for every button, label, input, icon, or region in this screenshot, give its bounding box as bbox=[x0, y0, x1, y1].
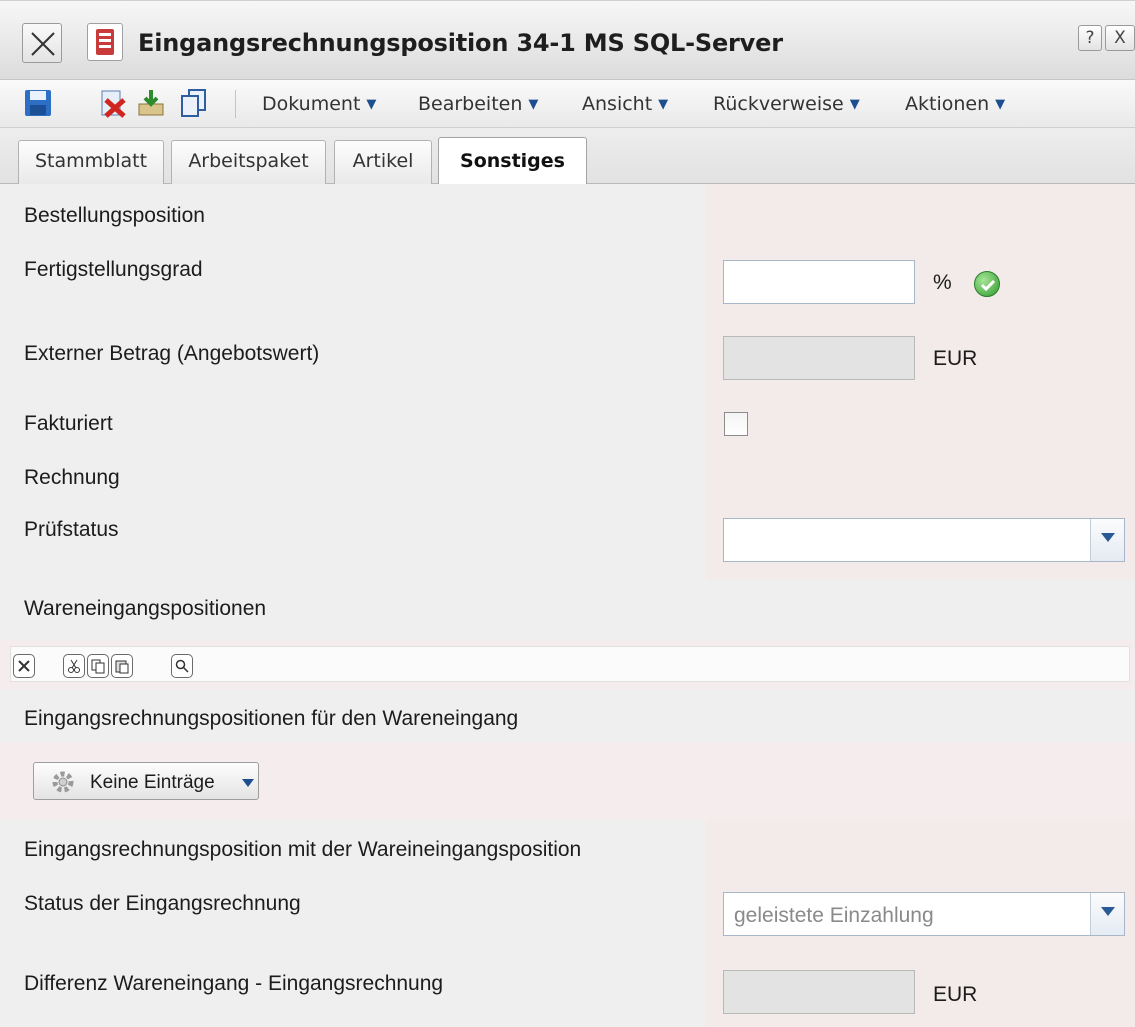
chevron-down-icon: ▼ bbox=[849, 97, 860, 112]
eur-unit: EUR bbox=[933, 347, 978, 370]
tab-artikel[interactable]: Artikel bbox=[334, 140, 432, 184]
tab-arbeitspaket[interactable]: Arbeitspaket bbox=[171, 140, 326, 184]
externer-betrag-input bbox=[723, 336, 915, 380]
eur-unit: EUR bbox=[933, 983, 978, 1006]
value-area bbox=[706, 396, 1135, 452]
menu-label: Aktionen bbox=[905, 93, 990, 115]
keine-eintraege-label: Keine Einträge bbox=[90, 772, 215, 793]
row-rechnung: Rechnung bbox=[0, 452, 1135, 504]
tab-sonstiges[interactable]: Sonstiges bbox=[438, 137, 587, 185]
label-status-eingangsrechnung: Status der Eingangsrechnung bbox=[24, 892, 301, 915]
label-bestellungsposition: Bestellungsposition bbox=[24, 204, 205, 227]
value-area bbox=[706, 820, 1135, 878]
help-button[interactable]: ? bbox=[1078, 25, 1102, 51]
chevron-down-icon bbox=[242, 779, 254, 787]
chevron-down-icon bbox=[1101, 907, 1115, 916]
copy-button[interactable] bbox=[87, 654, 109, 678]
delete-icon[interactable] bbox=[97, 88, 127, 118]
search-icon bbox=[175, 659, 189, 673]
menu-aktionen[interactable]: Aktionen ▼ bbox=[905, 93, 1005, 115]
label-rechnung: Rechnung bbox=[24, 466, 120, 489]
valid-check-icon bbox=[974, 271, 1000, 297]
value-area bbox=[706, 184, 1135, 244]
percent-unit: % bbox=[933, 271, 952, 294]
fakturiert-checkbox[interactable] bbox=[724, 412, 748, 436]
paste-icon bbox=[115, 660, 129, 674]
label-differenz: Differenz Wareneingang - Eingangsrechnun… bbox=[24, 972, 444, 995]
row-erp-mit-wep: Eingangsrechnungsposition mit der Warein… bbox=[0, 820, 1135, 878]
close-icon bbox=[18, 660, 30, 672]
keine-eintraege-button[interactable]: Keine Einträge bbox=[33, 762, 259, 800]
label-wareneingangspositionen: Wareneingangspositionen bbox=[24, 597, 267, 620]
fertigstellungsgrad-input[interactable] bbox=[723, 260, 915, 304]
menu-label: Rückverweise bbox=[713, 93, 844, 115]
chevron-down-icon: ▼ bbox=[995, 97, 1006, 112]
label-erp-mit-wep: Eingangsrechnungsposition mit der Warein… bbox=[24, 838, 582, 861]
row-fakturiert: Fakturiert bbox=[0, 396, 1135, 452]
row-fertigstellungsgrad: Fertigstellungsgrad bbox=[0, 244, 1135, 320]
scissors-icon bbox=[68, 659, 80, 673]
label-fakturiert: Fakturiert bbox=[24, 412, 113, 435]
status-eingangsrechnung-value: geleistete Einzahlung bbox=[734, 904, 934, 927]
close-button[interactable]: X bbox=[1105, 25, 1135, 51]
status-eingangsrechnung-select[interactable]: geleistete Einzahlung bbox=[723, 892, 1125, 936]
menu-label: Ansicht bbox=[582, 93, 653, 115]
chevron-down-icon bbox=[1101, 533, 1115, 542]
search-button[interactable] bbox=[171, 654, 193, 678]
dropdown-button[interactable] bbox=[1090, 893, 1124, 935]
menu-label: Dokument bbox=[262, 93, 361, 115]
row-bestellungsposition: Bestellungsposition bbox=[0, 184, 1135, 244]
row-wareneingangspositionen: Wareneingangspositionen bbox=[0, 580, 1135, 640]
label-externer-betrag: Externer Betrag (Angebotswert) bbox=[24, 342, 320, 365]
menu-rueckverweise[interactable]: Rückverweise ▼ bbox=[713, 93, 860, 115]
menu-label: Bearbeiten bbox=[418, 93, 523, 115]
differenz-input bbox=[723, 970, 915, 1014]
label-erp-wareneingang: Eingangsrechnungspositionen für den Ware… bbox=[24, 707, 519, 730]
cut-button[interactable] bbox=[63, 654, 85, 678]
close-icon bbox=[31, 32, 55, 56]
menu-bearbeiten[interactable]: Bearbeiten ▼ bbox=[418, 93, 538, 115]
export-icon[interactable] bbox=[136, 88, 166, 118]
row-erp-wareneingang: Eingangsrechnungspositionen für den Ware… bbox=[0, 690, 1135, 742]
mini-toolbar-inner bbox=[10, 646, 1130, 682]
copy-icon bbox=[91, 659, 105, 674]
remove-button[interactable] bbox=[13, 654, 35, 678]
toolbar: Dokument ▼ Bearbeiten ▼ Ansicht ▼ Rückverwe… bbox=[0, 80, 1135, 128]
menu-ansicht[interactable]: Ansicht ▼ bbox=[582, 93, 668, 115]
menu-dokument[interactable]: Dokument ▼ bbox=[262, 93, 376, 115]
pruefstatus-select[interactable] bbox=[723, 518, 1125, 562]
label-fertigstellungsgrad: Fertigstellungsgrad bbox=[24, 258, 203, 281]
label-area bbox=[0, 504, 706, 580]
label-pruefstatus: Prüfstatus bbox=[24, 518, 119, 541]
label-area bbox=[0, 878, 706, 954]
wareneingang-toolbar bbox=[0, 640, 1135, 690]
label-area bbox=[0, 244, 706, 320]
tab-stammblatt[interactable]: Stammblatt bbox=[18, 140, 164, 184]
dropdown-button[interactable] bbox=[1090, 519, 1124, 561]
save-icon[interactable] bbox=[23, 88, 53, 118]
chevron-down-icon: ▼ bbox=[658, 97, 669, 112]
chevron-down-icon: ▼ bbox=[366, 97, 377, 112]
toolbar-separator bbox=[235, 90, 236, 118]
paste-button[interactable] bbox=[111, 654, 133, 678]
value-area bbox=[706, 452, 1135, 504]
window-title: Eingangsrechnungsposition 34-1 MS SQL-Se… bbox=[138, 29, 783, 57]
document-type-icon bbox=[87, 23, 123, 61]
title-bar: Eingangsrechnungsposition 34-1 MS SQL-Se… bbox=[0, 0, 1135, 80]
close-window-button[interactable] bbox=[22, 23, 62, 63]
tab-bar: Stammblatt Arbeitspaket Artikel Sonstige… bbox=[0, 128, 1135, 185]
gear-icon bbox=[52, 771, 74, 793]
chevron-down-icon: ▼ bbox=[528, 97, 539, 112]
copy-icon[interactable] bbox=[179, 88, 209, 118]
